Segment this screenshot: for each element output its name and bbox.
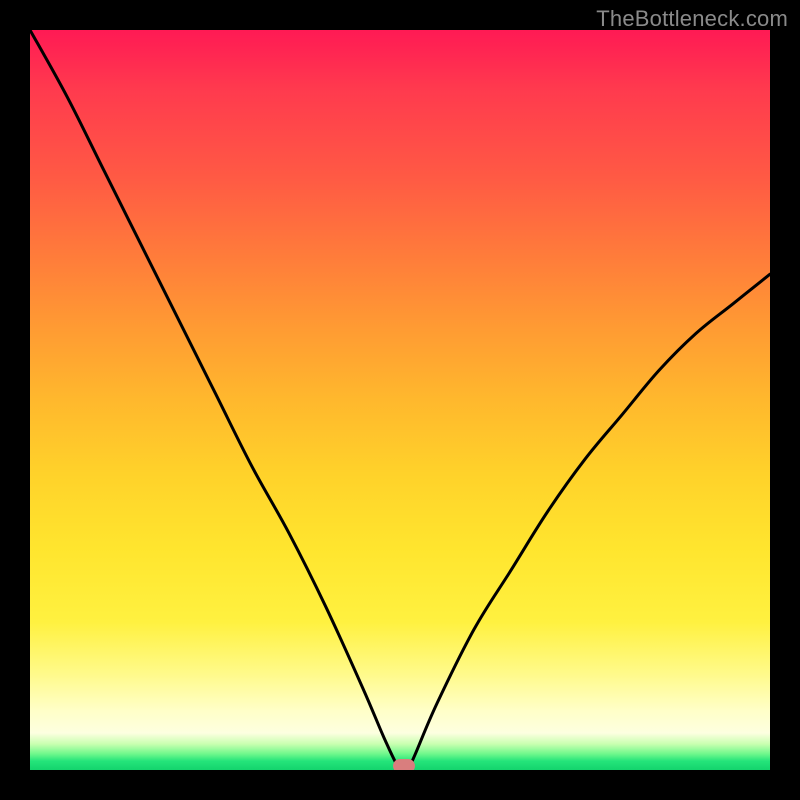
curve-svg <box>30 30 770 770</box>
plot-area <box>30 30 770 770</box>
chart-frame: TheBottleneck.com <box>0 0 800 800</box>
bottleneck-curve <box>30 30 770 770</box>
optimum-marker <box>393 759 415 770</box>
watermark-text: TheBottleneck.com <box>596 6 788 32</box>
